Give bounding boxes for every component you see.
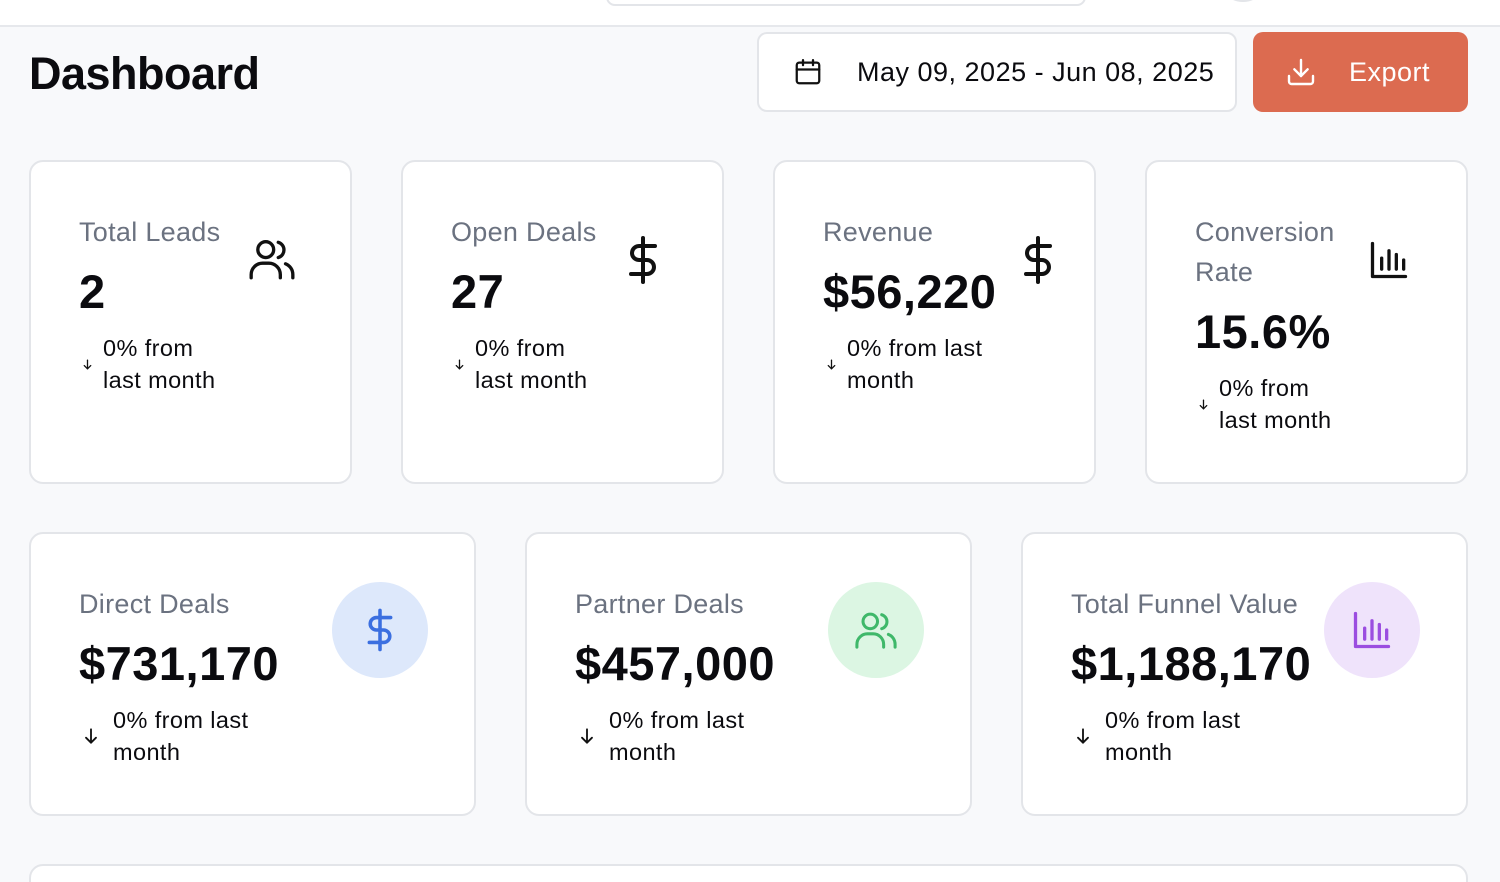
search-input[interactable] <box>606 0 1086 6</box>
deal-card-total-funnel: Total Funnel Value $1,188,170 0% from la… <box>1021 532 1468 816</box>
users-icon <box>828 582 924 678</box>
dollar-icon <box>332 582 428 678</box>
stat-change-line1: 0% from <box>475 335 566 361</box>
date-range-picker[interactable]: May 09, 2025 - Jun 08, 2025 <box>757 32 1237 112</box>
stat-change-line1: 0% from <box>103 335 194 361</box>
top-bar <box>0 0 1500 27</box>
stat-value: 27 <box>451 265 505 318</box>
deal-label: Partner Deals <box>575 589 744 619</box>
bar-chart-icon <box>1367 238 1411 282</box>
arrow-down-icon <box>577 726 597 746</box>
stat-card-conversion-rate: Conversion Rate 15.6% 0% from last month <box>1145 160 1468 484</box>
stat-label-line2: Rate <box>1195 257 1254 287</box>
deal-label: Total Funnel Value <box>1071 589 1299 619</box>
deal-value: $1,188,170 <box>1071 637 1312 690</box>
stat-change: 0% from last month <box>825 332 982 396</box>
arrow-down-icon <box>81 726 101 746</box>
stat-label: Open Deals <box>451 217 597 247</box>
download-icon <box>1285 56 1317 88</box>
stat-label-line1: Conversion <box>1195 217 1335 247</box>
deal-change-line1: 0% from last <box>113 707 249 733</box>
stat-value: 15.6% <box>1195 305 1331 358</box>
deal-change-line2: month <box>1105 739 1173 765</box>
deal-card-direct: Direct Deals $731,170 0% from last month <box>29 532 476 816</box>
deal-card-partner: Partner Deals $457,000 0% from last month <box>525 532 972 816</box>
deal-change-line1: 0% from last <box>1105 707 1241 733</box>
stat-change-line1: 0% from last <box>847 335 983 361</box>
stat-change-line2: last month <box>475 367 588 393</box>
deal-change-line2: month <box>609 739 677 765</box>
stat-value: $56,220 <box>823 265 997 318</box>
export-label: Export <box>1349 56 1431 87</box>
stat-label: Total Leads <box>79 217 221 247</box>
deal-change-line1: 0% from last <box>609 707 745 733</box>
date-range-text: May 09, 2025 - Jun 08, 2025 <box>857 56 1215 87</box>
arrow-down-icon <box>1197 398 1210 411</box>
stat-change-line1: 0% from <box>1219 375 1310 401</box>
stat-change: 0% from last month <box>1197 372 1331 436</box>
deal-change: 0% from last month <box>577 704 744 768</box>
stat-label: Revenue <box>823 217 934 247</box>
deal-change-line2: month <box>113 739 181 765</box>
deal-value: $731,170 <box>79 637 280 690</box>
stat-card-open-deals: Open Deals 27 0% from last month <box>401 160 724 484</box>
arrow-down-icon <box>825 358 838 371</box>
arrow-down-icon <box>453 358 466 371</box>
avatar[interactable] <box>1228 0 1258 2</box>
page-title: Dashboard <box>29 48 260 99</box>
arrow-down-icon <box>1073 726 1093 746</box>
deal-change: 0% from last month <box>81 704 248 768</box>
stat-change-line2: last month <box>1219 407 1332 433</box>
stat-change-line2: last month <box>103 367 216 393</box>
dollar-icon <box>625 236 661 284</box>
deal-value: $457,000 <box>575 637 776 690</box>
calendar-icon <box>793 57 823 87</box>
stat-card-revenue: Revenue $56,220 0% from last month <box>773 160 1096 484</box>
content-panel <box>29 864 1468 882</box>
stat-label: Conversion Rate <box>1195 212 1335 292</box>
stat-change: 0% from last month <box>453 332 587 396</box>
deal-change: 0% from last month <box>1073 704 1240 768</box>
arrow-down-icon <box>81 358 94 371</box>
dollar-icon <box>1020 236 1056 284</box>
bar-chart-icon <box>1324 582 1420 678</box>
users-icon <box>247 236 297 282</box>
stat-card-total-leads: Total Leads 2 0% from last month <box>29 160 352 484</box>
stat-change: 0% from last month <box>81 332 215 396</box>
stat-value: 2 <box>79 265 106 318</box>
export-button[interactable]: Export <box>1253 32 1468 112</box>
stat-change-line2: month <box>847 367 915 393</box>
deal-label: Direct Deals <box>79 589 230 619</box>
